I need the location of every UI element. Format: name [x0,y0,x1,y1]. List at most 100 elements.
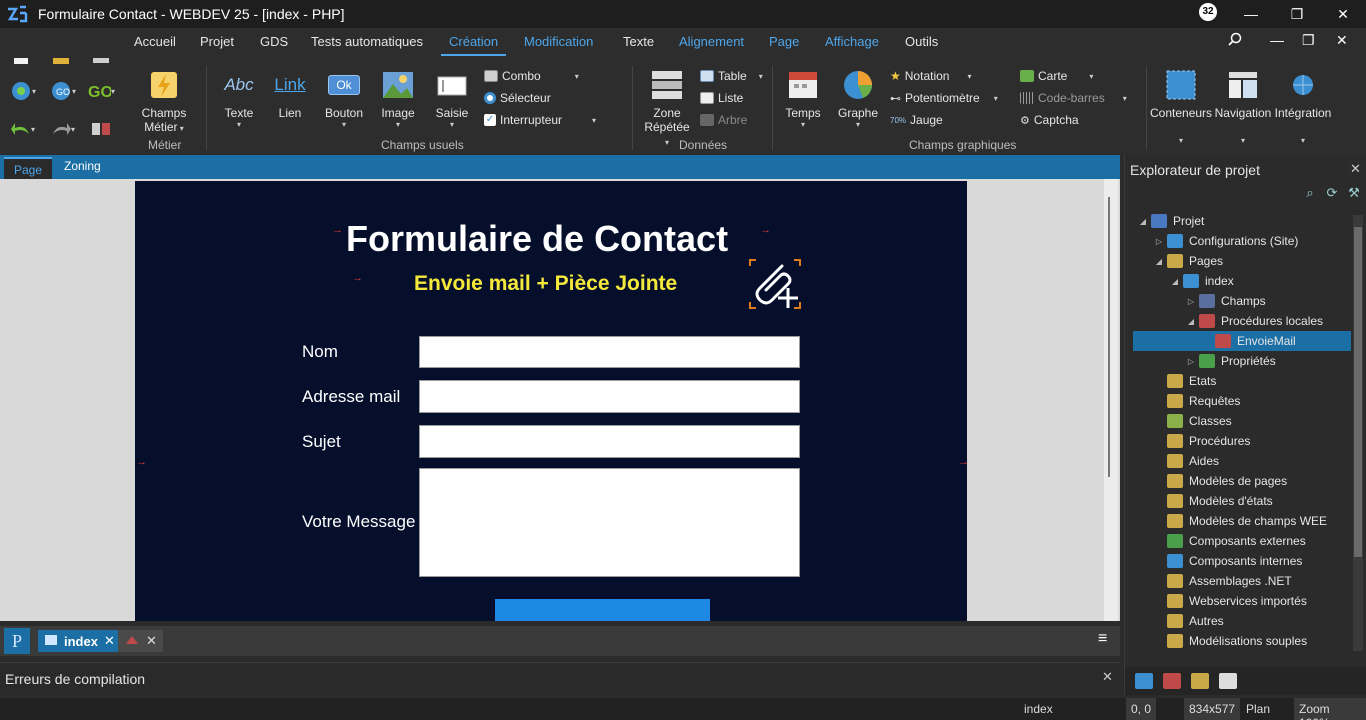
email-input[interactable] [419,380,800,413]
sujet-input[interactable] [419,425,800,458]
image-button[interactable]: Image ▾ [380,68,416,129]
status-plan[interactable]: Plan [1246,702,1270,716]
tree-item[interactable]: Modèles de pages [1153,471,1287,491]
menu-tab-modification[interactable]: Modification [524,34,593,56]
menu-tab-tests[interactable]: Tests automatiques [311,34,423,56]
status-zoom[interactable]: Zoom 100% [1294,698,1366,720]
menu-tab-texte[interactable]: Texte [623,34,654,56]
menu-tab-projet[interactable]: Projet [200,34,234,56]
tree-item[interactable]: EnvoieMail [1133,331,1351,351]
explorer-view-icon[interactable] [1135,673,1153,689]
notation-button[interactable]: ★ Notation ▾ [890,69,971,83]
tree-item[interactable]: ▷ Configurations (Site) [1153,231,1298,251]
potentiometre-button[interactable]: ⊷ Potentiomètre ▾ [890,91,998,105]
combo-button[interactable]: Combo ▾ [484,69,579,83]
undo-icon[interactable]: ▾ [6,114,40,144]
form-title[interactable]: Formulaire de Contact [346,218,728,260]
maximize-button[interactable]: ❐ [1274,0,1320,28]
tab-page[interactable]: Page [4,157,53,179]
ribbon-minimize-button[interactable]: — [1270,32,1284,48]
carte-button[interactable]: Carte ▾ [1020,69,1093,83]
selecteur-button[interactable]: Sélecteur [484,91,551,105]
minimize-button[interactable]: — [1228,0,1274,28]
explorer-refresh-icon[interactable]: ⟳ [1323,185,1341,203]
tree-item[interactable]: Composants externes [1153,531,1306,551]
tree-item[interactable]: Modélisations souples [1153,631,1307,651]
project-p-button[interactable]: P [4,628,30,654]
champs-metier-button[interactable]: Champs Métier ▾ [138,68,190,134]
redo-icon[interactable]: ▾ [46,114,80,144]
tree-item[interactable]: Composants internes [1153,551,1302,571]
tree-item[interactable]: ◢ Procédures locales [1185,311,1323,331]
field-label-nom[interactable]: Nom [302,342,338,362]
temps-button[interactable]: Temps ▾ [784,68,822,129]
nom-input[interactable] [419,336,800,368]
close-tab-icon[interactable]: ✕ [146,633,157,649]
texte-button[interactable]: Abc Texte ▾ [220,68,258,129]
conteneurs-button[interactable]: Conteneurs ▾ [1150,68,1212,145]
send-button[interactable] [495,599,710,621]
tree-twisty-icon[interactable]: ◢ [1153,257,1165,266]
bouton-button[interactable]: Ok Bouton ▾ [322,68,366,129]
interrupteur-button[interactable]: ✓ Interrupteur ▾ [484,113,596,127]
tree-item[interactable]: ◢ Projet [1137,211,1204,231]
zone-repetee-button[interactable]: Zone Répétée ▾ [642,68,692,148]
arbre-button[interactable]: Arbre [700,113,747,127]
code-barres-button[interactable]: Code-barres ▾ [1020,91,1127,105]
menu-tab-outils[interactable]: Outils [905,34,938,56]
menu-tab-gds[interactable]: GDS [260,34,288,56]
field-label-message[interactable]: Votre Message [302,512,415,532]
navigation-button[interactable]: Navigation ▾ [1214,68,1272,145]
tree-item[interactable]: Modèles de champs WEE [1153,511,1327,531]
ribbon-close-button[interactable]: ✕ [1336,32,1348,49]
menu-hamburger-icon[interactable]: ≡ [1098,630,1107,648]
tree-item[interactable]: Requêtes [1153,391,1240,411]
tree-item[interactable]: Modèles d'états [1153,491,1273,511]
menu-tab-creation[interactable]: Création [441,34,507,56]
tree-item[interactable]: ▷ Propriétés [1185,351,1276,371]
message-textarea[interactable] [419,468,800,577]
doc-tab-index[interactable]: index ✕ [38,630,121,652]
tree-item[interactable]: ◢ index [1169,271,1234,291]
tree-twisty-icon[interactable]: ▷ [1153,237,1165,246]
tab-zoning[interactable]: Zoning [64,159,101,173]
graphe-button[interactable]: Graphe ▾ [838,68,878,129]
compare-icon[interactable] [84,114,118,144]
notification-badge[interactable]: 32 [1199,3,1217,21]
saisie-button[interactable]: Saisie ▾ [434,68,470,129]
explorer-close-icon[interactable]: ✕ [1350,161,1361,177]
tree-item[interactable]: Webservices importés [1153,591,1307,611]
tree-item[interactable]: Assemblages .NET [1153,571,1292,591]
tree-item[interactable]: Autres [1153,611,1224,631]
menu-tab-accueil[interactable]: Accueil [134,34,176,56]
tree-twisty-icon[interactable]: ◢ [1185,317,1197,326]
table-button[interactable]: Table ▾ [700,69,763,83]
integration-button[interactable]: Intégration ▾ [1274,68,1332,145]
tree-twisty-icon[interactable]: ◢ [1137,217,1149,226]
close-tab-icon[interactable]: ✕ [104,633,115,649]
explorer-diagram-icon[interactable] [1163,673,1181,689]
close-window-button[interactable]: ✕ [1320,0,1366,28]
menu-tab-affichage[interactable]: Affichage [825,34,879,56]
editor-vertical-scrollbar[interactable] [1104,179,1118,621]
captcha-button[interactable]: ⚙ Captcha [1020,113,1079,127]
tree-item[interactable]: ▷ Champs [1185,291,1266,311]
tree-item[interactable]: ◢ Pages [1153,251,1223,271]
menu-tab-alignement[interactable]: Alignement [679,34,744,56]
menu-tab-page[interactable]: Page [769,34,799,56]
go-test-icon[interactable]: GO ▾ [84,76,118,106]
ribbon-restore-button[interactable]: ❐ [1302,32,1315,49]
explorer-scrollbar[interactable] [1353,215,1363,651]
paperclip-add-icon[interactable] [748,258,802,310]
lien-button[interactable]: Link Lien [272,68,308,120]
tree-twisty-icon[interactable]: ◢ [1169,277,1181,286]
tree-item[interactable]: Procédures [1153,431,1250,451]
explorer-doc-icon[interactable] [1219,673,1237,689]
tree-item[interactable]: Etats [1153,371,1216,391]
explorer-search-icon[interactable]: ⌕ [1301,185,1319,203]
field-label-sujet[interactable]: Sujet [302,432,341,452]
tree-item[interactable]: Classes [1153,411,1232,431]
explorer-folders-icon[interactable] [1191,673,1209,689]
form-subtitle[interactable]: Envoie mail + Pièce Jointe [414,272,677,296]
go-page-icon[interactable]: GO ▾ [46,76,80,106]
